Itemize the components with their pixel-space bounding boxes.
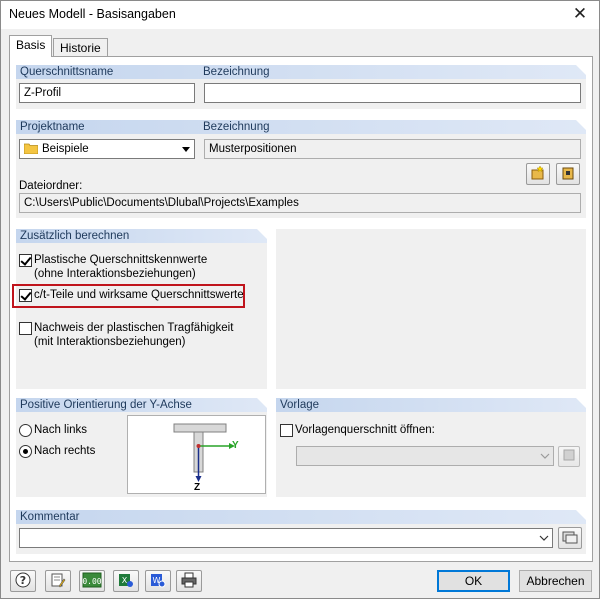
querschnittsname-input[interactable]: Z-Profil (19, 83, 195, 103)
ct-teile-highlight (12, 284, 245, 308)
help-icon: ? (15, 572, 31, 591)
close-icon[interactable]: ✕ (567, 3, 593, 25)
plastische-tragfaehigkeit-checkbox[interactable] (19, 322, 32, 335)
edit-button[interactable] (45, 570, 71, 592)
new-project-button[interactable] (526, 163, 550, 185)
querschnitt-bezeichnung-header: Bezeichnung (203, 66, 270, 78)
vorlage-browse-icon (562, 448, 576, 465)
plastische-kennwerte-sublabel: (ohne Interaktionsbeziehungen) (34, 268, 196, 280)
excel-icon: X (118, 572, 134, 591)
dialog-window: Neues Modell - Basisangaben ✕ Basis Hist… (0, 0, 600, 599)
projekt-bezeichnung-header: Bezeichnung (203, 121, 270, 133)
kommentar-input[interactable] (19, 528, 553, 548)
project-manager-button[interactable] (556, 163, 580, 185)
print-icon (181, 572, 197, 591)
nach-rechts-radio[interactable] (19, 445, 32, 458)
chevron-down-icon (537, 447, 553, 465)
projektname-select[interactable]: Beispiele (19, 139, 195, 159)
nach-links-label: Nach links (34, 424, 88, 436)
project-manager-icon (560, 165, 576, 184)
preview-panel (276, 229, 586, 389)
zusaetzlich-group-header: Zusätzlich berechnen (16, 229, 267, 243)
vorlage-browse-button (558, 446, 580, 467)
cancel-button[interactable]: Abbrechen (519, 570, 592, 592)
dateiordner-field: C:\Users\Public\Documents\Dlubal\Project… (19, 193, 581, 213)
vorlage-header: Vorlage (280, 399, 320, 411)
querschnitt-group-header: Querschnittsname Bezeichnung (16, 65, 586, 79)
projektname-header: Projektname (20, 121, 85, 133)
chevron-down-icon[interactable] (536, 529, 552, 547)
vorlage-checkbox-label: Vorlagenquerschnitt öffnen: (295, 424, 435, 436)
projektname-value: Beispiele (42, 143, 89, 155)
comment-list-icon (562, 530, 578, 547)
folder-icon (23, 143, 39, 155)
word-icon: W (150, 572, 166, 591)
edit-icon (50, 572, 66, 591)
svg-text:X: X (122, 576, 128, 585)
dateiordner-label: Dateiordner: (19, 180, 83, 192)
z-axis-label: Z (194, 482, 201, 493)
export-word-button[interactable]: W (145, 570, 171, 592)
plastische-kennwerte-checkbox[interactable] (19, 254, 32, 267)
vorlage-checkbox[interactable] (280, 424, 293, 437)
tab-basis[interactable]: Basis (9, 35, 53, 57)
kommentar-group-header: Kommentar (16, 510, 586, 524)
new-project-icon (530, 164, 546, 184)
help-button[interactable]: ? (10, 570, 36, 592)
zusaetzlich-header: Zusätzlich berechnen (20, 230, 130, 242)
vorlage-select (296, 446, 554, 466)
export-excel-button[interactable]: X (113, 570, 139, 592)
nach-links-radio[interactable] (19, 424, 32, 437)
chevron-down-icon[interactable] (178, 140, 194, 158)
plastische-tragfaehigkeit-sublabel: (mit Interaktionsbeziehungen) (34, 336, 186, 348)
orientierung-header: Positive Orientierung der Y-Achse (20, 399, 192, 411)
window-title: Neues Modell - Basisangaben (9, 7, 176, 21)
querschnittsname-header: Querschnittsname (20, 66, 114, 78)
projekt-group-header: Projektname Bezeichnung (16, 120, 586, 134)
vorlage-group-header: Vorlage (276, 398, 586, 412)
print-button[interactable] (176, 570, 202, 592)
decimal-format-icon: 0.00 (82, 572, 102, 591)
svg-text:0.00: 0.00 (82, 577, 101, 586)
tab-historie[interactable]: Historie (53, 38, 108, 58)
y-axis-label: Y (232, 440, 239, 451)
number-format-button[interactable]: 0.00 (79, 570, 105, 592)
nach-rechts-label: Nach rechts (34, 445, 96, 457)
plastische-tragfaehigkeit-label: Nachweis der plastischen Tragfähigkeit (34, 322, 234, 334)
kommentar-header: Kommentar (20, 511, 80, 523)
orientierung-group-header: Positive Orientierung der Y-Achse (16, 398, 267, 412)
querschnitt-bezeichnung-input[interactable] (204, 83, 581, 103)
plastische-kennwerte-label: Plastische Querschnittskennwerte (34, 254, 208, 266)
projekt-bezeichnung-field: Musterpositionen (204, 139, 581, 159)
kommentar-browse-button[interactable] (558, 527, 582, 549)
title-bar: Neues Modell - Basisangaben ✕ (1, 1, 599, 29)
ok-button[interactable]: OK (437, 570, 510, 592)
svg-text:?: ? (20, 574, 26, 587)
tab-panel-basis: Querschnittsname Bezeichnung Z-Profil Pr… (9, 56, 593, 562)
orientation-preview: Y Z (127, 415, 266, 494)
